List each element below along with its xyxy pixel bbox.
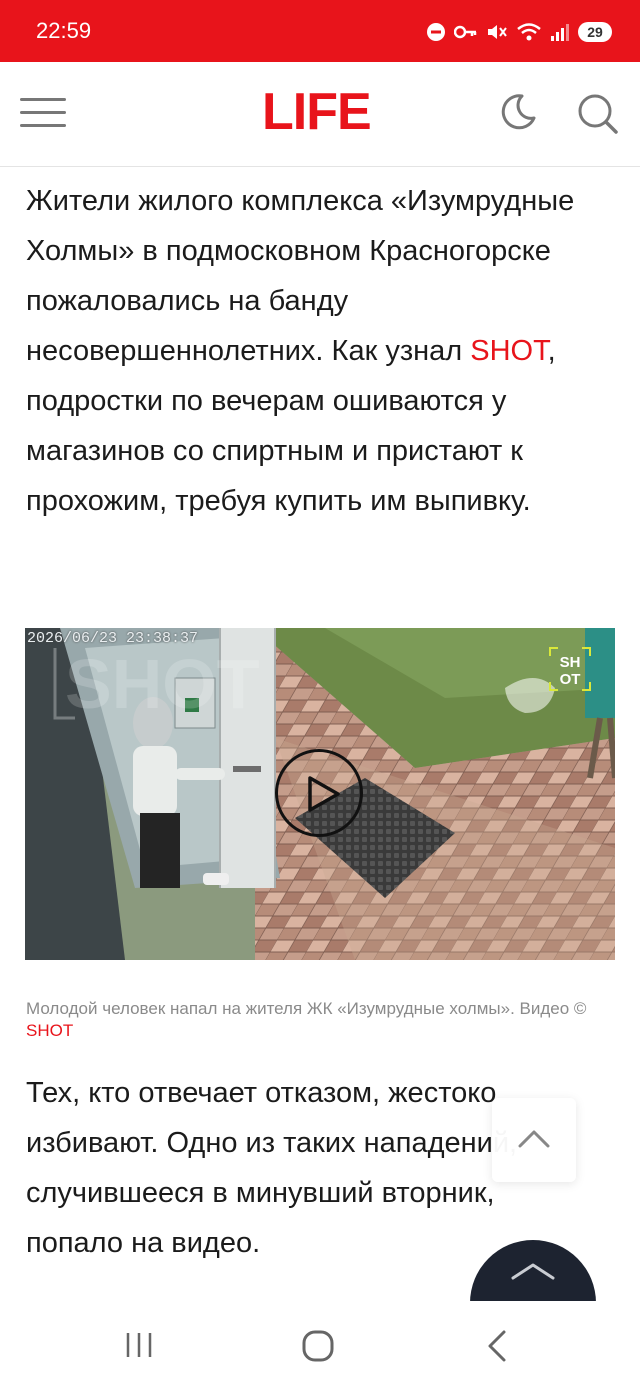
battery-indicator: 29	[578, 22, 612, 42]
site-logo[interactable]: LIFE	[262, 86, 372, 138]
status-time: 22:59	[36, 18, 92, 43]
hamburger-menu-icon[interactable]	[20, 98, 68, 128]
article-paragraph-1: Жители жилого комплекса «Изумрудные Холм…	[26, 176, 616, 526]
wifi-icon	[517, 23, 541, 41]
status-bar: 22:59 29	[0, 0, 640, 62]
video-caption: Молодой человек напал на жителя ЖК «Изум…	[26, 998, 616, 1042]
scroll-to-top-button[interactable]	[492, 1098, 576, 1182]
svg-text:SH: SH	[560, 654, 581, 671]
key-icon	[454, 25, 477, 39]
svg-text:OT: OT	[560, 671, 581, 688]
video-timestamp: 2026/06/23 23:38:37	[27, 630, 199, 647]
system-nav-bar	[0, 1301, 640, 1387]
status-icons: 29	[426, 20, 612, 44]
back-icon[interactable]	[484, 1329, 524, 1363]
caption-text: Молодой человек напал на жителя ЖК «Изум…	[26, 999, 587, 1018]
svg-text:SHOT: SHOT	[65, 645, 259, 723]
source-link-shot[interactable]: SHOT	[470, 335, 547, 367]
caption-source-link[interactable]: SHOT	[26, 1021, 73, 1040]
home-icon[interactable]	[300, 1329, 340, 1363]
chevron-up-icon	[518, 1130, 550, 1148]
moon-icon[interactable]	[498, 92, 538, 132]
recents-icon[interactable]	[124, 1329, 164, 1363]
search-icon[interactable]	[576, 92, 620, 136]
shot-watermark-logo: SH OT	[548, 646, 592, 692]
do-not-disturb-icon	[427, 23, 445, 41]
video-player[interactable]: SHOT 2026/06/23 23:38:37 SH OT	[25, 628, 615, 960]
chevron-up-icon	[511, 1263, 555, 1280]
play-icon[interactable]	[275, 749, 363, 837]
site-header: LIFE	[0, 62, 640, 167]
mute-icon	[488, 25, 507, 39]
signal-icon	[551, 24, 569, 41]
